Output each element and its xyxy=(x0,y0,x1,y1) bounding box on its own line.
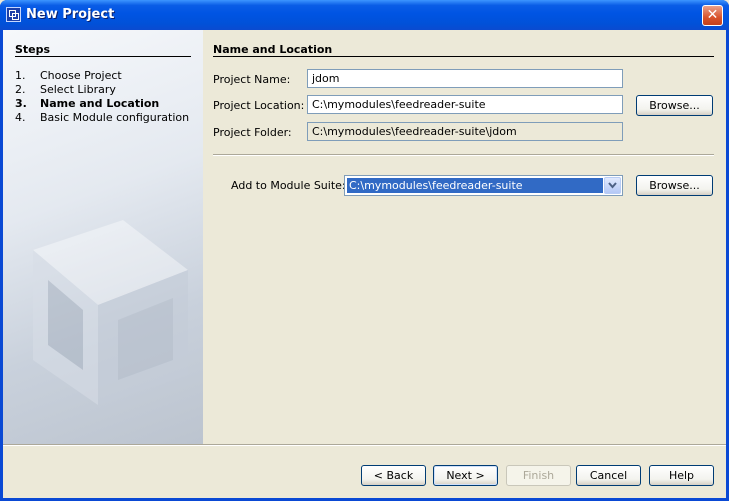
finish-button[interactable]: Finish xyxy=(506,465,571,486)
close-icon: ✕ xyxy=(706,7,719,23)
project-folder-label: Project Folder: xyxy=(213,126,292,139)
title-bar[interactable]: New Project ✕ xyxy=(0,0,729,30)
step-number: 3. xyxy=(15,97,27,110)
section-divider xyxy=(213,56,714,57)
back-button[interactable]: < Back xyxy=(361,465,426,486)
close-button[interactable]: ✕ xyxy=(702,5,723,26)
decorative-cube-graphic xyxy=(33,220,188,405)
chevron-down-icon xyxy=(608,182,617,189)
module-suite-label: Add to Module Suite: xyxy=(231,179,346,192)
step-label: Choose Project xyxy=(40,69,122,82)
module-suite-combobox[interactable]: C:\mymodules\feedreader-suite xyxy=(344,175,623,196)
step-item-current: 3. Name and Location xyxy=(15,97,159,110)
step-number: 1. xyxy=(15,69,26,82)
next-button[interactable]: Next > xyxy=(433,465,498,486)
step-label: Basic Module configuration xyxy=(40,111,190,124)
step-label: Name and Location xyxy=(40,97,160,110)
step-number: 2. xyxy=(15,83,26,96)
steps-panel: Steps 1. Choose Project 2. Select Library … xyxy=(3,30,203,444)
cancel-button[interactable]: Cancel xyxy=(576,465,641,486)
step-label: Select Library xyxy=(40,83,116,96)
project-name-input[interactable]: jdom xyxy=(307,69,623,88)
combo-dropdown-button[interactable] xyxy=(604,177,621,194)
project-location-input[interactable]: C:\mymodules\feedreader-suite xyxy=(307,95,623,114)
project-folder-field: C:\mymodules\feedreader-suite\jdom xyxy=(307,122,623,141)
project-location-label: Project Location: xyxy=(213,99,305,112)
footer-divider xyxy=(3,444,726,446)
browse-suite-button[interactable]: Browse... xyxy=(636,175,713,196)
dialog-body: Steps 1. Choose Project 2. Select Library … xyxy=(3,30,726,498)
window-title: New Project xyxy=(26,7,115,22)
separator xyxy=(213,154,714,156)
help-button[interactable]: Help xyxy=(649,465,714,486)
step-item: 2. Select Library xyxy=(15,83,116,96)
step-item: 4. Basic Module configuration xyxy=(15,111,189,124)
step-item: 1. Choose Project xyxy=(15,69,122,82)
steps-title: Steps xyxy=(15,43,51,56)
app-icon xyxy=(6,7,21,22)
new-project-window: New Project ✕ Steps 1. Choose Project 2. S… xyxy=(0,0,729,501)
project-name-label: Project Name: xyxy=(213,73,291,86)
section-title: Name and Location xyxy=(213,43,333,56)
step-number: 4. xyxy=(15,111,26,124)
module-suite-selected-value: C:\mymodules\feedreader-suite xyxy=(347,178,603,193)
browse-location-button[interactable]: Browse... xyxy=(636,95,713,116)
steps-divider xyxy=(15,56,191,57)
